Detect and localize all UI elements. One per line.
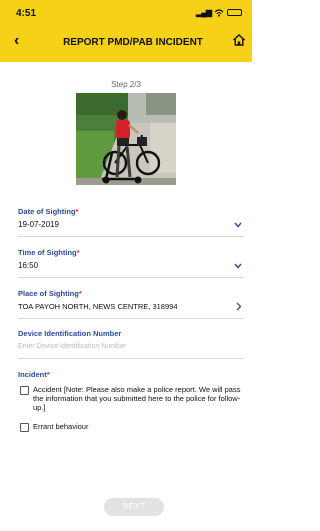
checkbox[interactable]	[20, 423, 29, 432]
required-mark: *	[78, 289, 82, 298]
required-mark: *	[75, 207, 79, 216]
date-label: Date of Sighting	[18, 207, 76, 216]
step-indicator: Step 2/3	[111, 80, 141, 89]
next-button[interactable]: NEXT	[104, 498, 164, 516]
page-title: REPORT PMD/PAB INCIDENT	[63, 37, 203, 48]
time-label: Time of Sighting	[18, 248, 77, 257]
signal-icon: ▂▄▆	[196, 8, 212, 17]
incident-photo	[76, 93, 176, 185]
chevron-down-icon[interactable]	[234, 222, 242, 228]
chevron-down-icon[interactable]	[234, 263, 242, 269]
device-id-label: Device Identification Number	[18, 329, 122, 338]
status-icons: ▂▄▆	[196, 8, 242, 17]
place-value: TOA PAYOH NORTH, NEWS CENTRE, 318994	[18, 302, 178, 311]
back-arrow-icon[interactable]: ‹	[14, 32, 19, 50]
chevron-right-icon[interactable]	[236, 302, 242, 311]
date-of-sighting-field[interactable]: Date of Sighting* 19-07-2019	[18, 207, 244, 237]
place-of-sighting-field[interactable]: Place of Sighting* TOA PAYOH NORTH, NEWS…	[18, 289, 244, 319]
checkbox[interactable]	[20, 386, 29, 395]
incident-option-errant-behaviour[interactable]: Errant behaviour	[20, 422, 244, 432]
incident-label: Incident	[18, 370, 47, 379]
required-mark: *	[46, 370, 50, 379]
status-time: 4:51	[16, 8, 37, 19]
device-id-input[interactable]: Enter Device Identification Number	[18, 343, 244, 350]
wifi-icon	[214, 8, 224, 17]
incident-option-accident[interactable]: Accident [Note: Please also make a polic…	[20, 385, 244, 412]
app-header: 4:51 ▂▄▆ ‹ REPORT PMD/PAB INCIDENT	[0, 0, 252, 62]
home-icon[interactable]	[232, 33, 246, 47]
date-value: 19-07-2019	[18, 220, 59, 229]
device-id-field[interactable]: Device Identification Number Enter Devic…	[18, 329, 244, 359]
battery-icon	[227, 9, 242, 16]
required-mark: *	[76, 248, 80, 257]
place-label: Place of Sighting	[18, 289, 79, 298]
time-value: 16:50	[18, 261, 39, 270]
incident-option-errant-behaviour-label: Errant behaviour	[33, 422, 89, 431]
incident-option-accident-label: Accident [Note: Please also make a polic…	[33, 385, 241, 412]
time-of-sighting-field[interactable]: Time of Sighting* 16:50	[18, 248, 244, 278]
